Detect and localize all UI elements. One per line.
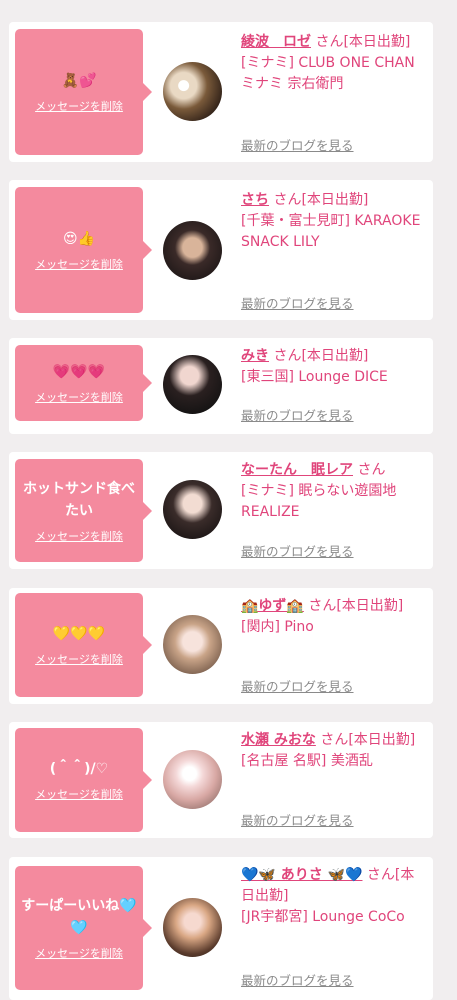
message-bubble: すーぱーいいね🩵🩵 メッセージを削除 [15,866,152,990]
message-text: 😍👍 [62,231,96,247]
delete-message-link[interactable]: メッセージを削除 [35,389,123,405]
list-item: ホットサンド食べたい メッセージを削除 なーたん 眠レア さん [ミナミ] 眠ら… [9,452,433,569]
message-bubble: 😍👍 メッセージを削除 [15,187,152,313]
avatar[interactable] [163,750,222,809]
shop-info: [名古屋 名駅] 美酒乱 [241,753,373,769]
shop-info: [東三国] Lounge DICE [241,369,388,385]
latest-blog-link[interactable]: 最新のブログを見る [241,293,354,312]
list-item: (＾＾)/♡ メッセージを削除 水瀬 みおな さん[本日出勤] [名古屋 名駅]… [9,722,433,838]
list-item: 💗💗💗 メッセージを削除 みき さん[本日出勤] [東三国] Lounge DI… [9,338,433,434]
shop-info: [JR宇都宮] Lounge CoCo [241,909,405,925]
avatar[interactable] [163,355,222,414]
avatar[interactable] [163,62,222,121]
cast-status: さん[本日出勤] [315,732,416,748]
list-item: 😍👍 メッセージを削除 さち さん[本日出勤] [千葉・富士見町] KARAOK… [9,180,433,320]
shop-info: [千葉・富士見町] KARAOKE SNACK LILY [241,213,421,250]
latest-blog-link[interactable]: 最新のブログを見る [241,810,354,829]
list-item: 💛💛💛 メッセージを削除 🏫ゆず🏫 さん[本日出勤] [関内] Pino 最新の… [9,588,433,704]
delete-message-link[interactable]: メッセージを削除 [35,786,123,802]
cast-name-link[interactable]: 💙🦋 ありさ 🦋💙 [241,867,362,883]
message-text: 💗💗💗 [52,364,106,380]
shop-info: [関内] Pino [241,619,314,635]
message-text: 💛💛💛 [52,626,106,642]
cast-status: さん [353,462,386,478]
cast-name-link[interactable]: 🏫ゆず🏫 [241,598,304,614]
list-item: すーぱーいいね🩵🩵 メッセージを削除 💙🦋 ありさ 🦋💙 さん[本日出勤] [J… [9,857,433,1000]
cast-name-link[interactable]: 水瀬 みおな [241,732,316,748]
latest-blog-link[interactable]: 最新のブログを見る [241,541,354,560]
list-item: 🧸💕 メッセージを削除 綾波 ロゼ さん[本日出勤] [ミナミ] CLUB ON… [9,22,433,162]
delete-message-link[interactable]: メッセージを削除 [35,651,123,667]
message-bubble: ホットサンド食べたい メッセージを削除 [15,459,152,562]
cast-name-link[interactable]: 綾波 ロゼ [241,34,311,50]
delete-message-link[interactable]: メッセージを削除 [35,98,123,114]
shop-info: [ミナミ] 眠らない遊園地REALIZE [241,483,397,520]
avatar[interactable] [163,221,222,280]
delete-message-link[interactable]: メッセージを削除 [35,528,123,544]
latest-blog-link[interactable]: 最新のブログを見る [241,676,354,695]
shop-info: [ミナミ] CLUB ONE CHAN ミナミ 宗右衛門 [241,55,415,92]
avatar[interactable] [163,615,222,674]
cast-name-link[interactable]: なーたん 眠レア [241,462,353,478]
message-bubble: 💛💛💛 メッセージを削除 [15,593,152,697]
delete-message-link[interactable]: メッセージを削除 [35,256,123,272]
cast-status: さん[本日出勤] [269,348,369,364]
avatar[interactable] [163,480,222,539]
latest-blog-link[interactable]: 最新のブログを見る [241,405,354,424]
cast-status: さん[本日出勤] [269,192,369,208]
message-text: ホットサンド食べたい [23,480,135,519]
latest-blog-link[interactable]: 最新のブログを見る [241,970,354,989]
delete-message-link[interactable]: メッセージを削除 [35,945,123,961]
cast-status: さん[本日出勤] [303,598,404,614]
cast-name-link[interactable]: みき [241,348,269,364]
message-bubble: (＾＾)/♡ メッセージを削除 [15,728,152,832]
message-text: 🧸💕 [61,73,97,89]
message-text: すーぱーいいね🩵🩵 [21,898,137,936]
message-text: (＾＾)/♡ [49,761,109,777]
latest-blog-link[interactable]: 最新のブログを見る [241,135,354,154]
cast-name-link[interactable]: さち [241,192,269,208]
message-bubble: 💗💗💗 メッセージを削除 [15,345,152,421]
cast-status: さん[本日出勤] [311,34,411,50]
message-bubble: 🧸💕 メッセージを削除 [15,29,152,155]
avatar[interactable] [163,898,222,957]
